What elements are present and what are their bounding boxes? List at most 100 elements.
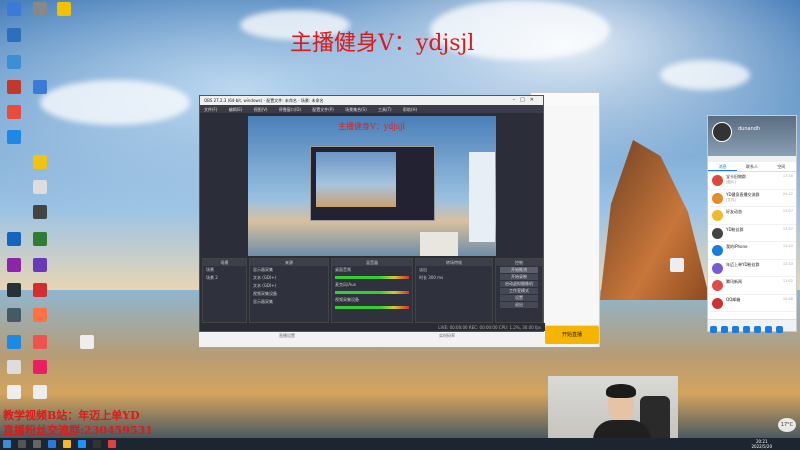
qq-conversation[interactable]: YD健身直播交流群 [文件] 20:22 bbox=[708, 190, 796, 207]
search-icon[interactable] bbox=[18, 440, 26, 448]
source-item[interactable]: 视频采集设备 bbox=[250, 290, 328, 298]
start-streaming-button[interactable]: 开始推流 bbox=[500, 267, 538, 273]
menu-tools[interactable]: 工具(T) bbox=[378, 107, 392, 112]
mixer-channel-label: 桌面音频 bbox=[335, 267, 351, 272]
menu-scene-collection[interactable]: 场景集合(S) bbox=[345, 107, 367, 112]
desktop-icon[interactable] bbox=[2, 130, 26, 144]
desktop-icon[interactable] bbox=[2, 283, 26, 297]
virtual-camera-button[interactable]: 启动虚拟摄像机 bbox=[500, 281, 538, 287]
menu-docks[interactable]: 停靠窗口(D) bbox=[279, 107, 301, 112]
qq-conversation[interactable]: YD粉丝群 13:07 bbox=[708, 225, 796, 242]
qq-tool-icon[interactable] bbox=[732, 326, 739, 333]
desktop-icon[interactable] bbox=[52, 2, 76, 16]
qq-conversation[interactable]: QQ邮箱 10:58 bbox=[708, 295, 796, 312]
desktop-icon[interactable] bbox=[75, 335, 99, 349]
preview-nested-capture bbox=[310, 146, 435, 221]
settings-button[interactable]: 设置 bbox=[500, 295, 538, 301]
desktop-icon[interactable] bbox=[28, 80, 52, 94]
transition-select[interactable]: 淡出 bbox=[416, 266, 492, 274]
source-item[interactable]: 文本 (GDI+) bbox=[250, 274, 328, 282]
desktop-icon[interactable] bbox=[2, 2, 26, 16]
menu-help[interactable]: 帮助(H) bbox=[403, 107, 417, 112]
edge-icon[interactable] bbox=[48, 440, 56, 448]
desktop-icon[interactable] bbox=[2, 308, 26, 322]
desktop-icon[interactable] bbox=[2, 360, 26, 374]
taskbar-clock[interactable]: 20:21 2022/5/20 bbox=[751, 439, 772, 449]
desktop-icon[interactable] bbox=[28, 155, 52, 169]
conversation-time: 20:22 bbox=[782, 191, 793, 196]
conversation-time: 12:43 bbox=[782, 261, 793, 266]
source-item[interactable]: 文本 (GDI+) bbox=[250, 282, 328, 290]
menu-file[interactable]: 文件(F) bbox=[204, 107, 217, 112]
start-live-button[interactable]: 开始直播 bbox=[545, 326, 599, 344]
desktop-icon[interactable] bbox=[28, 308, 52, 322]
window-controls[interactable]: –□✕ bbox=[513, 97, 539, 103]
desktop-icon[interactable] bbox=[2, 385, 26, 399]
qq-tool-icon[interactable] bbox=[743, 326, 750, 333]
desktop-icon[interactable] bbox=[2, 335, 26, 349]
live-settings-label[interactable]: 直播设置 bbox=[279, 333, 295, 339]
bitrate-label: 实时码率 bbox=[439, 333, 455, 338]
weather-widget[interactable]: 17°C bbox=[778, 418, 796, 432]
obs-preview[interactable]: 主播健身V：ydjsjl bbox=[248, 116, 496, 256]
desktop-icon[interactable] bbox=[28, 232, 52, 246]
exit-button[interactable]: 退出 bbox=[500, 302, 538, 308]
obs-icon[interactable] bbox=[93, 440, 101, 448]
scene-item[interactable]: 场景 2 bbox=[203, 274, 246, 282]
conversation-time: 13:07 bbox=[782, 209, 793, 213]
desktop-icon[interactable] bbox=[28, 283, 52, 297]
explorer-icon[interactable] bbox=[63, 440, 71, 448]
studio-mode-button[interactable]: 工作室模式 bbox=[500, 288, 538, 294]
avatar bbox=[712, 245, 723, 256]
tab-messages[interactable]: 消息 bbox=[708, 162, 738, 171]
obs-titlebar: OBS 27.2.3 (64-bit, windows) - 配置文件: 未命名… bbox=[200, 96, 543, 105]
qq-conversation[interactable]: 年迈上单YD粉丝群 12:43 bbox=[708, 260, 796, 277]
desktop-icon[interactable] bbox=[2, 232, 26, 246]
desktop-icon[interactable] bbox=[28, 258, 52, 272]
start-icon[interactable] bbox=[3, 440, 11, 448]
task-view-icon[interactable] bbox=[33, 440, 41, 448]
desktop-icon[interactable] bbox=[2, 105, 26, 119]
qq-tool-icon[interactable] bbox=[776, 326, 783, 333]
desktop-icon[interactable] bbox=[28, 205, 52, 219]
transition-duration[interactable]: 时长 300 ms bbox=[416, 274, 492, 282]
desktop-icon[interactable] bbox=[2, 28, 26, 42]
qq-tabs: 消息 联系人 空间 bbox=[708, 162, 796, 172]
qq-icon[interactable] bbox=[78, 440, 86, 448]
desktop-icon[interactable] bbox=[28, 385, 52, 399]
menu-view[interactable]: 视图(V) bbox=[254, 107, 268, 112]
source-item[interactable]: 显示器采集 bbox=[250, 266, 328, 274]
qq-tool-icon[interactable] bbox=[754, 326, 761, 333]
desktop-icon[interactable] bbox=[28, 335, 52, 349]
start-recording-button[interactable]: 开始录制 bbox=[500, 274, 538, 280]
qq-conversation[interactable]: 宝卡旧物群 [图片] 17:30 bbox=[708, 172, 796, 190]
scene-item[interactable]: 场景 bbox=[203, 266, 246, 274]
desktop-icon[interactable] bbox=[2, 258, 26, 272]
qq-conversation[interactable]: 我的iPhone 12:43 bbox=[708, 242, 796, 260]
qq-tool-icon[interactable] bbox=[710, 326, 717, 333]
desktop-icon[interactable] bbox=[28, 2, 52, 16]
qq-tool-icon[interactable] bbox=[765, 326, 772, 333]
desktop-icon[interactable] bbox=[28, 180, 52, 194]
avatar bbox=[712, 262, 723, 274]
source-item[interactable]: 显示器采集 bbox=[250, 298, 328, 306]
volume-meter[interactable] bbox=[335, 291, 409, 294]
menu-profile[interactable]: 配置文件(P) bbox=[312, 107, 334, 112]
menu-edit[interactable]: 编辑(E) bbox=[229, 107, 243, 112]
avatar[interactable] bbox=[712, 122, 732, 142]
qq-tool-icon[interactable] bbox=[721, 326, 728, 333]
desktop-icon[interactable] bbox=[2, 55, 26, 69]
tab-contacts[interactable]: 联系人 bbox=[737, 162, 766, 171]
avatar bbox=[712, 175, 723, 186]
app-icon[interactable] bbox=[108, 440, 116, 448]
desktop-icon[interactable] bbox=[28, 360, 52, 374]
cloud-decoration bbox=[660, 60, 750, 90]
desktop-icon[interactable] bbox=[2, 80, 26, 94]
conversation-preview: [文件] bbox=[726, 197, 736, 202]
volume-meter[interactable] bbox=[335, 306, 409, 309]
desktop-icon[interactable] bbox=[665, 258, 689, 272]
qq-conversation[interactable]: 腾讯新闻 11:02 bbox=[708, 277, 796, 295]
tab-space[interactable]: 空间 bbox=[767, 162, 796, 171]
volume-meter[interactable] bbox=[335, 276, 409, 279]
qq-conversation[interactable]: 好友动态 13:07 bbox=[708, 207, 796, 225]
